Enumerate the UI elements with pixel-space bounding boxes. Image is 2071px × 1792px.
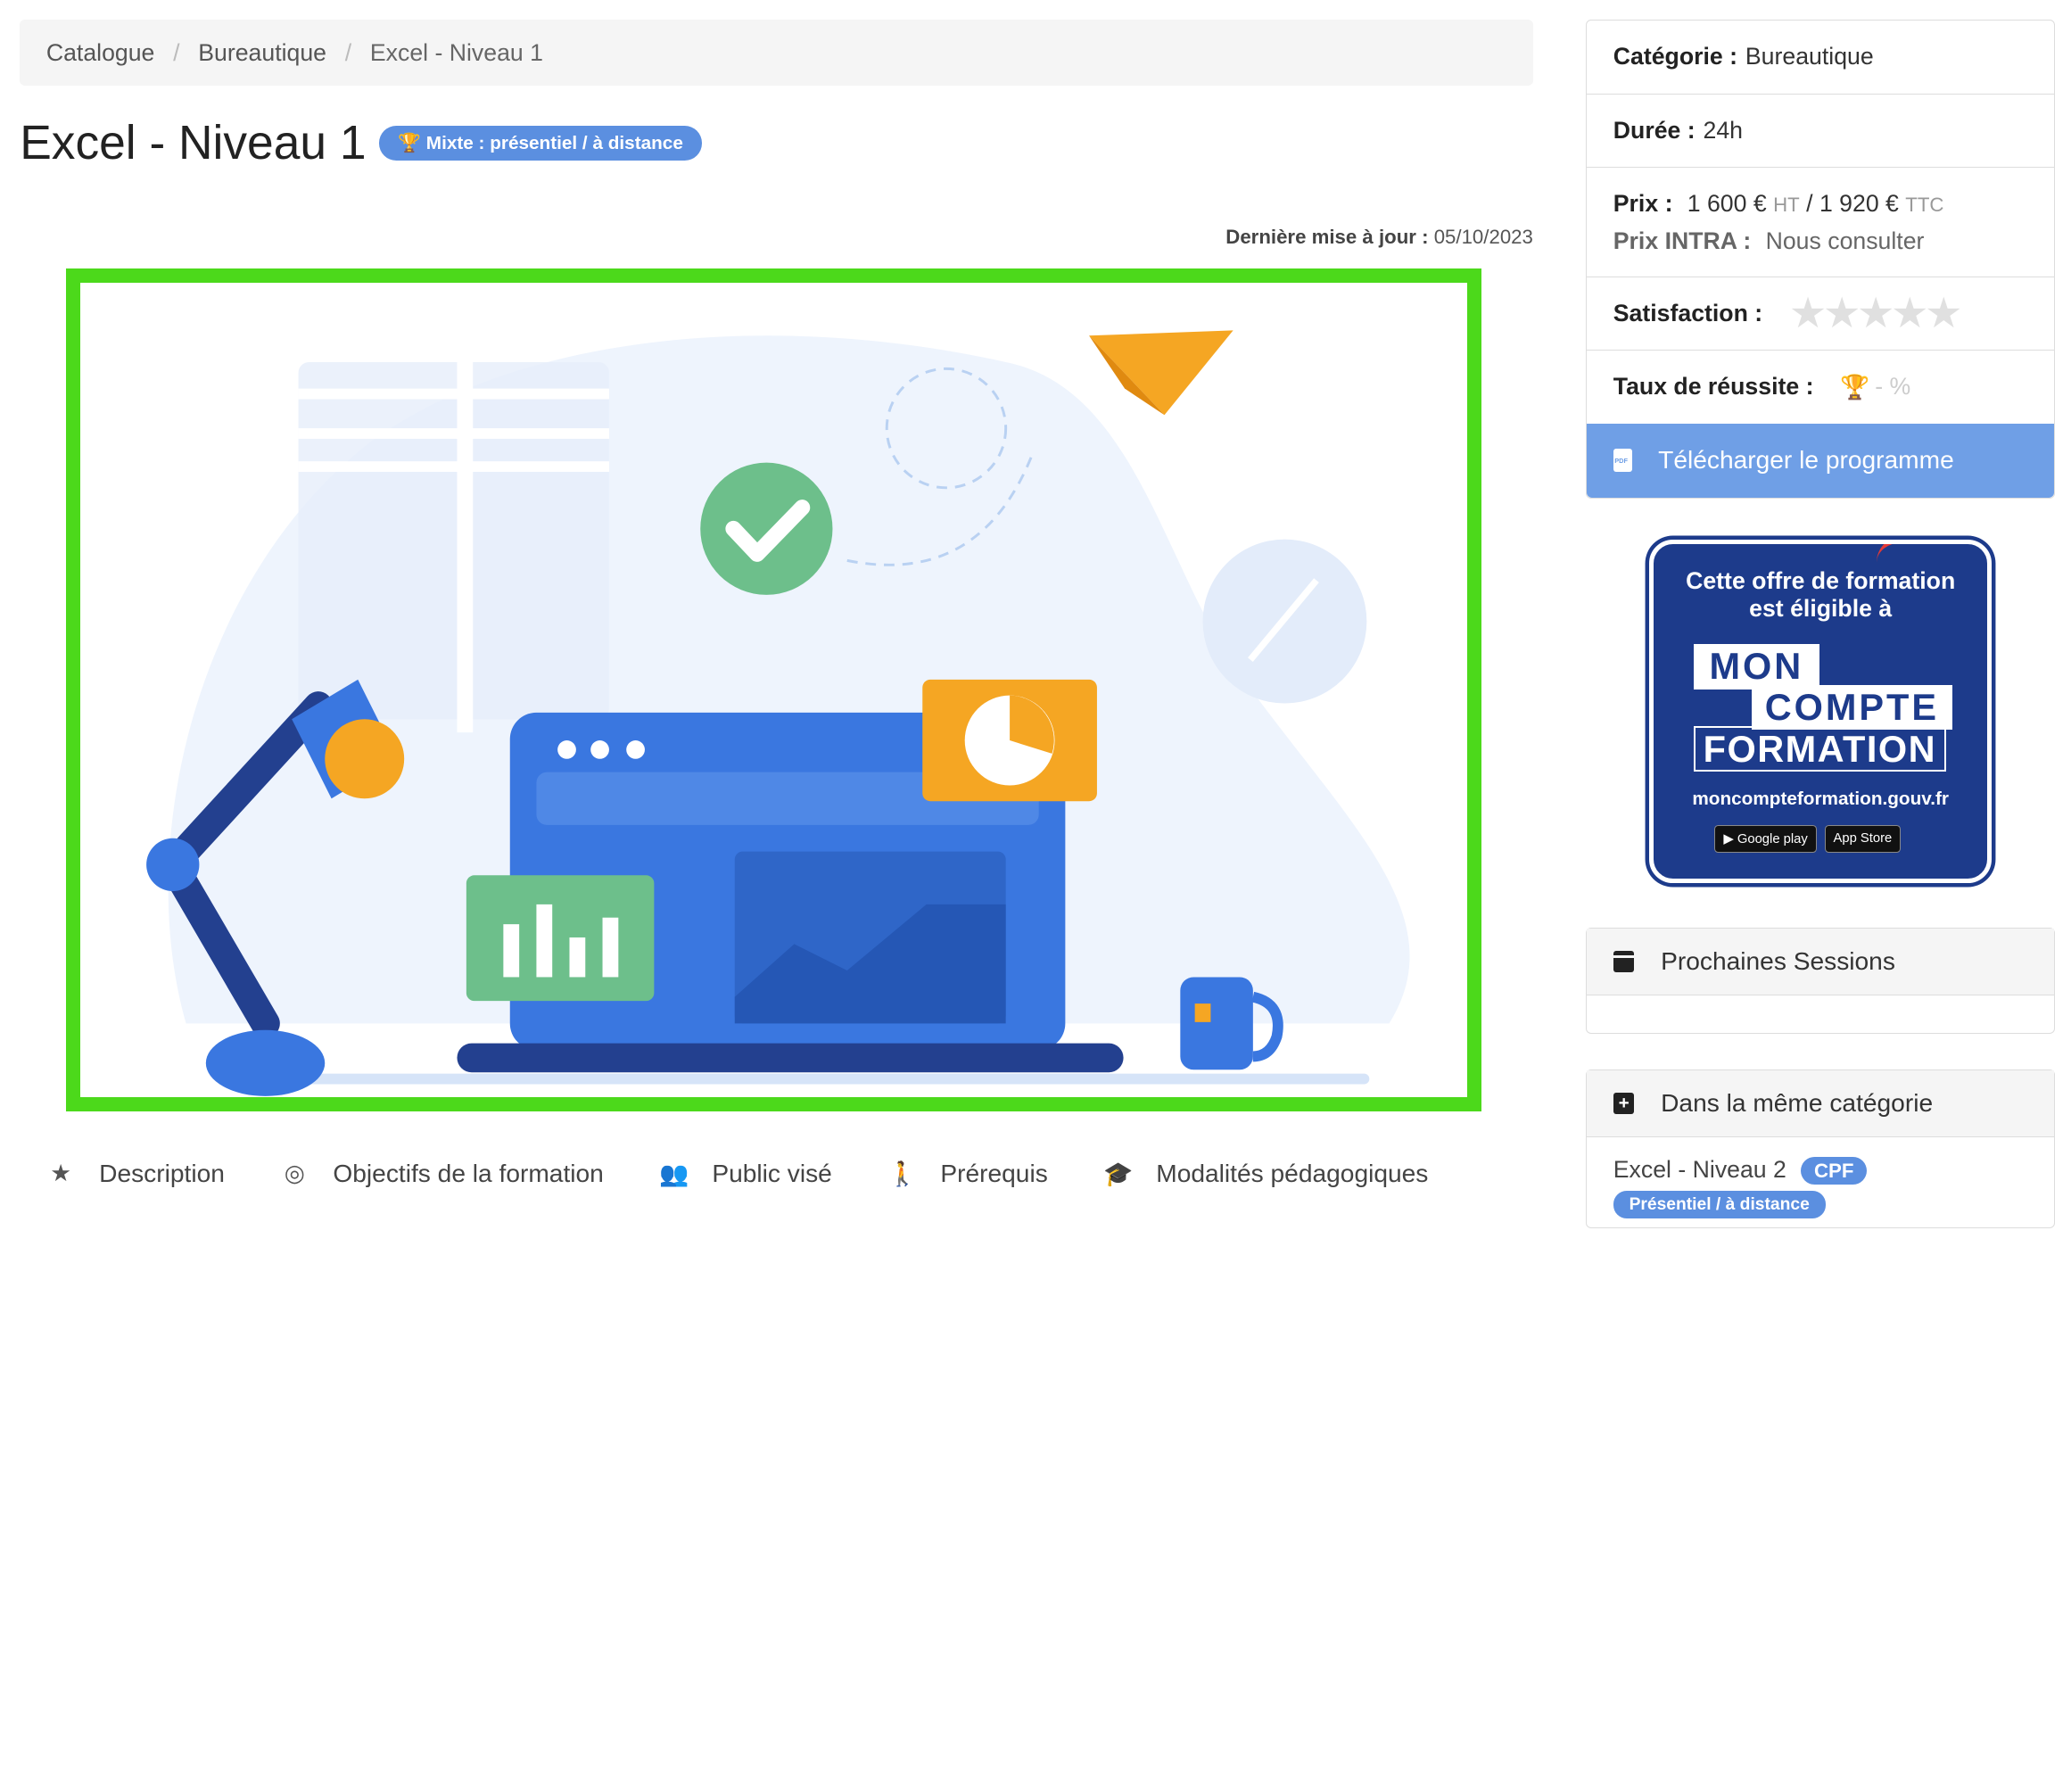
tab-objectifs-label: Objectifs de la formation [333, 1159, 604, 1187]
ht-label: HT [1773, 193, 1800, 216]
last-update-value: 05/10/2023 [1433, 226, 1533, 249]
bar-chart-icon [466, 875, 655, 1001]
same-category-item[interactable]: Excel - Niveau 2 CPF Présentiel / à dist… [1587, 1137, 2054, 1237]
tab-objectifs[interactable]: ◎ Objectifs de la formation [280, 1160, 604, 1188]
price-label: Prix : [1613, 189, 1673, 217]
star-icon: ★ [50, 1160, 72, 1187]
trophy-icon: 🏆 [1840, 373, 1870, 401]
price-line: Prix : 1 600 € HT / 1 920 € TTC [1613, 186, 1944, 223]
cpf-url: moncompteformation.gouv.fr [1692, 788, 1949, 809]
price-slash: / [1806, 189, 1813, 217]
app-store-badge[interactable]: App Store [1824, 825, 1902, 854]
duration-label: Durée : [1613, 116, 1696, 144]
mode-badge: 🏆 Mixte : présentiel / à distance [379, 126, 702, 161]
same-category-title: Dans la même catégorie [1661, 1088, 1934, 1117]
category-value: Bureautique [1745, 43, 1874, 70]
success-value: - % [1875, 373, 1911, 401]
calendar-icon [1613, 951, 1635, 973]
tab-public-label: Public visé [712, 1159, 832, 1187]
download-program-button[interactable]: Télécharger le programme [1587, 423, 2055, 498]
category-row: Catégorie : Bureautique [1587, 21, 2055, 95]
category-label: Catégorie : [1613, 43, 1738, 70]
mug-icon [1180, 977, 1253, 1070]
satisfaction-row: Satisfaction : ★★★★★ [1587, 277, 2055, 351]
google-play-badge[interactable]: ▶ Google play [1714, 825, 1817, 854]
breadcrumb-bureautique[interactable]: Bureautique [198, 39, 326, 67]
breadcrumb-current: Excel - Niveau 1 [369, 38, 543, 66]
walk-icon: 🚶 [887, 1160, 918, 1187]
breadcrumb-catalogue[interactable]: Catalogue [46, 39, 155, 67]
tabs: ★ Description ◎ Objectifs de la formatio… [46, 1160, 1484, 1188]
price-ttc: 1 920 € [1819, 189, 1899, 217]
pdf-icon [1613, 448, 1632, 473]
plus-square-icon [1613, 1092, 1635, 1114]
paper-plane-icon [1089, 330, 1234, 416]
check-icon [700, 462, 833, 595]
intra-label: Prix INTRA : [1613, 227, 1752, 254]
tab-prerequis[interactable]: 🚶 Prérequis [887, 1160, 1048, 1188]
success-label: Taux de réussite : [1613, 373, 1814, 401]
same-category-header: Dans la même catégorie [1587, 1069, 2055, 1137]
ttc-label: TTC [1905, 193, 1944, 216]
tab-description-label: Description [99, 1159, 225, 1187]
mode-badge-label: Mixte : présentiel / à distance [425, 132, 683, 153]
cpf-compte: COMPTE [1751, 685, 1952, 731]
breadcrumb: Catalogue / Bureautique / Excel - Niveau… [20, 20, 1533, 87]
same-category-card: Dans la même catégorie Excel - Niveau 2 … [1586, 1069, 2056, 1228]
breadcrumb-separator: / [173, 38, 180, 66]
cpf-eligibility-badge[interactable]: Cette offre de formation est éligible à … [1649, 539, 1993, 883]
tab-description[interactable]: ★ Description [46, 1160, 225, 1188]
page-title: Excel - Niveau 1 [20, 117, 367, 170]
breadcrumb-separator: / [344, 38, 352, 66]
cpf-badge: CPF [1801, 1156, 1868, 1185]
duration-row: Durée : 24h [1587, 95, 2055, 169]
info-panel: Catégorie : Bureautique Durée : 24h Prix… [1586, 20, 2056, 499]
rating-stars: ★★★★★ [1788, 289, 1963, 337]
trophy-icon: 🏆 [398, 132, 421, 153]
last-update-label: Dernière mise à jour : [1225, 226, 1429, 249]
sessions-card: Prochaines Sessions [1586, 928, 2056, 1034]
tab-prerequis-label: Prérequis [940, 1159, 1048, 1187]
tab-public[interactable]: 👥 Public visé [659, 1160, 832, 1188]
title-row: Excel - Niveau 1 🏆 Mixte : présentiel / … [20, 116, 702, 170]
graduation-cap-icon: 🎓 [1103, 1160, 1134, 1187]
page: Catalogue / Bureautique / Excel - Niveau… [0, 0, 2071, 1228]
cpf-mon: MON [1693, 644, 1819, 690]
duration-value: 24h [1703, 116, 1743, 144]
download-program-label: Télécharger le programme [1658, 446, 1954, 475]
hero-illustration [66, 268, 1482, 1112]
tab-modalites-label: Modalités pédagogiques [1156, 1159, 1429, 1187]
mode-badge: Présentiel / à distance [1613, 1191, 1826, 1219]
lamp-icon [205, 1029, 326, 1096]
price-row: Prix : 1 600 € HT / 1 920 € TTC Prix INT… [1587, 168, 2055, 277]
price-ht: 1 600 € [1687, 189, 1767, 217]
intra-value: Nous consulter [1765, 227, 1925, 254]
same-category-item-title: Excel - Niveau 2 [1613, 1155, 1786, 1183]
last-update: Dernière mise à jour : 05/10/2023 [1225, 226, 1533, 249]
cpf-text: Cette offre de formation est éligible à [1654, 567, 1987, 623]
hero-illustration-svg [146, 330, 1410, 1096]
cpf-formation: FORMATION [1693, 726, 1946, 772]
users-icon: 👥 [659, 1160, 689, 1187]
intra-line: Prix INTRA : Nous consulter [1613, 223, 1925, 259]
tab-modalites[interactable]: 🎓 Modalités pédagogiques [1103, 1160, 1428, 1188]
sessions-header: Prochaines Sessions [1587, 929, 2055, 996]
target-icon: ◎ [284, 1160, 306, 1187]
cpf-line1: Cette offre de formation [1686, 567, 1956, 595]
sessions-title: Prochaines Sessions [1661, 947, 1895, 976]
success-row: Taux de réussite : 🏆 - % [1587, 351, 2054, 423]
satisfaction-label: Satisfaction : [1613, 299, 1763, 326]
cpf-stores: ▶ Google play App Store [1714, 825, 1902, 854]
cpf-line2: est éligible à [1749, 595, 1893, 623]
